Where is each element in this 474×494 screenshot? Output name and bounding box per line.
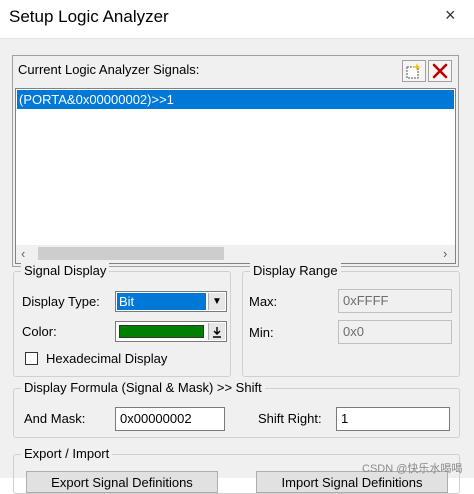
new-signal-icon — [406, 63, 421, 79]
delete-signal-icon — [432, 63, 448, 79]
display-type-value: Bit — [117, 293, 206, 310]
export-signal-definitions-button[interactable]: Export Signal Definitions — [26, 471, 218, 493]
scroll-right-icon[interactable]: › — [443, 246, 447, 261]
chevron-down-icon[interactable]: ▼ — [208, 293, 225, 310]
min-field: 0x0 — [338, 320, 452, 344]
display-formula-title: Display Formula (Signal & Mask) >> Shift — [21, 380, 265, 395]
color-picker-icon[interactable] — [208, 323, 225, 340]
window-title: Setup Logic Analyzer — [9, 7, 169, 26]
signals-label: Current Logic Analyzer Signals: — [18, 62, 200, 77]
export-import-title: Export / Import — [21, 446, 113, 461]
close-icon[interactable]: × — [445, 5, 456, 26]
max-label: Max: — [249, 294, 278, 309]
horizontal-scrollbar[interactable]: ‹ › — [16, 245, 455, 263]
display-range-group: Display Range Max: 0xFFFF Min: 0x0 — [242, 263, 460, 377]
shift-right-label: Shift Right: — [258, 411, 322, 426]
signals-panel: Current Logic Analyzer Signals: (PORTA&0… — [12, 55, 459, 267]
hex-display-checkbox[interactable] — [25, 352, 38, 365]
max-field: 0xFFFF — [338, 289, 452, 313]
and-mask-label: And Mask: — [24, 411, 86, 426]
display-formula-group: Display Formula (Signal & Mask) >> Shift… — [13, 380, 460, 438]
color-swatch — [119, 325, 204, 338]
hex-display-label: Hexadecimal Display — [46, 351, 168, 366]
scroll-left-icon[interactable]: ‹ — [21, 246, 25, 261]
dialog-client: Current Logic Analyzer Signals: (PORTA&0… — [0, 38, 474, 494]
signals-list[interactable]: (PORTA&0x00000002)>>1 ‹ › — [15, 88, 456, 264]
display-type-label: Display Type: — [22, 294, 100, 309]
shift-right-field[interactable]: 1 — [336, 407, 450, 431]
new-signal-button[interactable] — [402, 60, 426, 82]
color-label: Color: — [22, 324, 57, 339]
signal-display-title: Signal Display — [21, 263, 110, 278]
title-bar: Setup Logic Analyzer × — [0, 0, 474, 38]
display-type-select[interactable]: Bit ▼ — [115, 291, 227, 312]
delete-signal-button[interactable] — [428, 60, 452, 82]
min-label: Min: — [249, 325, 274, 340]
and-mask-field[interactable]: 0x00000002 — [115, 407, 225, 431]
display-range-title: Display Range — [250, 263, 341, 278]
scrollbar-thumb[interactable] — [38, 247, 224, 260]
color-select[interactable] — [115, 321, 227, 342]
list-item[interactable]: (PORTA&0x00000002)>>1 — [17, 90, 454, 109]
arrow-down-to-line-icon — [213, 326, 221, 338]
watermark: CSDN @快乐水喝喝 — [362, 463, 463, 475]
signal-display-group: Signal Display Display Type: Bit ▼ Color… — [13, 263, 231, 377]
